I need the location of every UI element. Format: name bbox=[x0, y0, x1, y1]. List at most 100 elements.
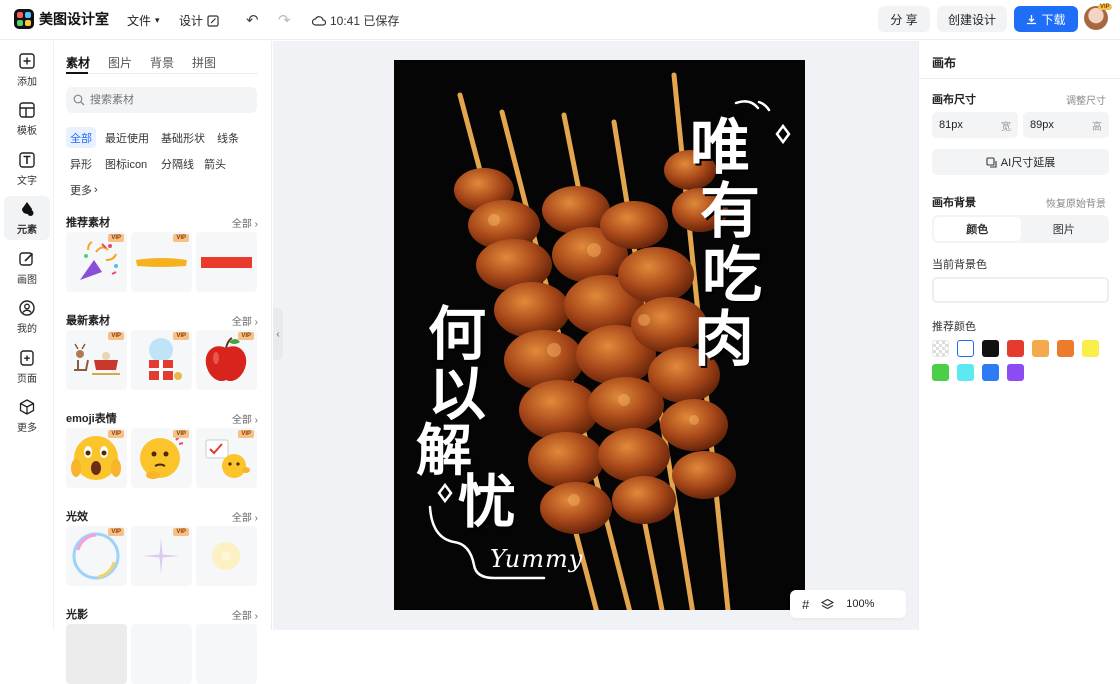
tab-materials[interactable]: 素材 bbox=[66, 54, 90, 71]
asset-bubble[interactable]: VIP bbox=[66, 526, 127, 586]
search-box[interactable] bbox=[66, 87, 257, 113]
current-color-field[interactable] bbox=[932, 277, 1109, 303]
nav-item-add[interactable]: 添加 bbox=[4, 48, 50, 92]
template-icon bbox=[19, 102, 35, 118]
asset-glow[interactable] bbox=[196, 526, 257, 586]
chip-lines[interactable]: 线条 bbox=[213, 127, 243, 148]
nav-item-elements[interactable]: 元素 bbox=[4, 196, 50, 240]
tab-collage[interactable]: 拼图 bbox=[192, 54, 216, 71]
color-swatch[interactable] bbox=[1007, 364, 1024, 381]
asset-thinking-emoji[interactable]: VIP bbox=[131, 428, 192, 488]
create-design-button[interactable]: 创建设计 bbox=[937, 6, 1007, 32]
app-name: 美图设计室 bbox=[39, 11, 109, 27]
layers-icon[interactable] bbox=[821, 598, 835, 611]
panel-title: 画布 bbox=[932, 56, 957, 70]
headline-left-line-1[interactable]: 何以 bbox=[428, 304, 498, 424]
search-input[interactable] bbox=[90, 94, 240, 106]
download-button[interactable]: 下载 bbox=[1014, 6, 1078, 32]
color-swatch[interactable] bbox=[982, 340, 999, 357]
asset-shadow-1[interactable] bbox=[66, 624, 127, 684]
script-text[interactable]: Yummy bbox=[490, 545, 583, 573]
chip-all[interactable]: 全部 bbox=[66, 127, 96, 148]
panel-tabs: 素材 图片 背景 拼图 bbox=[66, 54, 216, 71]
color-swatch[interactable] bbox=[957, 364, 974, 381]
headline-left-line-3[interactable]: 忧 bbox=[458, 470, 516, 534]
section-more-link[interactable]: 全部 › bbox=[232, 509, 258, 524]
artboard[interactable]: 唯 有 吃 肉 何以 解 忧 Yummy bbox=[394, 60, 805, 610]
height-field[interactable]: 89px 高 bbox=[1023, 112, 1109, 138]
tab-images[interactable]: 图片 bbox=[108, 54, 132, 71]
plus-square-icon bbox=[19, 53, 35, 69]
chip-basic-shapes[interactable]: 基础形状 bbox=[157, 127, 209, 148]
asset-snow-globe-gift[interactable]: VIP bbox=[131, 330, 192, 390]
chip-icons[interactable]: 图标icon bbox=[101, 153, 151, 174]
ai-resize-button[interactable]: AI尺寸延展 bbox=[932, 149, 1109, 175]
asset-shadow-2[interactable] bbox=[131, 624, 192, 684]
nav-item-mine[interactable]: 我的 bbox=[4, 295, 50, 339]
width-field[interactable]: 81px 宽 bbox=[932, 112, 1018, 138]
color-swatch[interactable] bbox=[1007, 340, 1024, 357]
design-menu[interactable]: 设计 bbox=[179, 12, 219, 29]
color-swatch[interactable] bbox=[957, 340, 974, 357]
asset-sparkle[interactable]: VIP bbox=[131, 526, 192, 586]
color-swatch[interactable] bbox=[1082, 340, 1099, 357]
ai-resize-label: AI尺寸延展 bbox=[1000, 157, 1056, 169]
collapse-panel-button[interactable]: ‹ bbox=[273, 308, 283, 360]
nav-item-pages[interactable]: 页面 bbox=[4, 345, 50, 389]
draw-icon bbox=[19, 252, 34, 266]
height-value: 89px bbox=[1030, 119, 1054, 131]
resize-link[interactable]: 调整尺寸 bbox=[1066, 92, 1106, 107]
share-button[interactable]: 分 享 bbox=[878, 6, 930, 32]
app-logo[interactable]: 美图设计室 bbox=[14, 9, 109, 29]
undo-icon[interactable]: ↶ bbox=[246, 11, 259, 29]
color-swatch[interactable] bbox=[1057, 340, 1074, 357]
headline-char: 唯 bbox=[690, 113, 750, 183]
color-swatch[interactable] bbox=[932, 340, 949, 357]
asset-yellow-stroke[interactable]: VIP bbox=[131, 232, 192, 292]
asset-emoji-note[interactable]: VIP bbox=[196, 428, 257, 488]
seg-image[interactable]: 图片 bbox=[1021, 217, 1108, 241]
redo-icon[interactable]: ↷ bbox=[278, 11, 291, 29]
vip-badge: VIP bbox=[108, 234, 124, 242]
restore-bg-link[interactable]: 恢复原始背景 bbox=[1046, 195, 1106, 210]
color-swatch[interactable] bbox=[982, 364, 999, 381]
section-more-label: 全部 bbox=[231, 512, 252, 524]
divider bbox=[919, 78, 1120, 79]
chip-recent[interactable]: 最近使用 bbox=[101, 127, 153, 148]
user-icon bbox=[19, 300, 35, 316]
section-more-link[interactable]: 全部 › bbox=[232, 313, 258, 328]
asset-reindeer-sleigh[interactable]: VIP bbox=[66, 330, 127, 390]
color-swatch[interactable] bbox=[1032, 340, 1049, 357]
color-swatch[interactable] bbox=[932, 364, 949, 381]
headline-vertical[interactable]: 唯 有 吃 肉 bbox=[690, 116, 770, 372]
asset-shocked-emoji[interactable]: VIP bbox=[66, 428, 127, 488]
section-more-label: 全部 bbox=[231, 316, 252, 328]
section-more-link[interactable]: 全部 › bbox=[232, 215, 258, 230]
material-panel: 素材 图片 背景 拼图 全部 最近使用 基础形状 线条 异形 图标icon 分隔… bbox=[55, 41, 272, 684]
tab-underline bbox=[66, 72, 258, 74]
nav-label: 文字 bbox=[17, 176, 37, 187]
chip-more[interactable]: 更多 › bbox=[66, 179, 102, 200]
file-menu[interactable]: 文件 ▾ bbox=[127, 12, 160, 29]
asset-apple[interactable]: VIP bbox=[196, 330, 257, 390]
vip-badge: VIP bbox=[108, 430, 124, 438]
section-recommended: 推荐素材 全部 › VIP VIP bbox=[66, 214, 258, 292]
nav-item-text[interactable]: 文字 bbox=[4, 147, 50, 191]
asset-shadow-3[interactable] bbox=[196, 624, 257, 684]
grid-icon[interactable]: # bbox=[802, 597, 809, 612]
seg-color[interactable]: 颜色 bbox=[934, 217, 1021, 241]
asset-party-popper[interactable]: VIP bbox=[66, 232, 127, 292]
section-more-label: 全部 bbox=[231, 218, 252, 230]
nav-item-templates[interactable]: 模板 bbox=[4, 97, 50, 141]
nav-label: 更多 bbox=[17, 423, 37, 434]
section-more-link[interactable]: 全部 › bbox=[232, 411, 258, 426]
chip-dividers[interactable]: 分隔线 bbox=[157, 153, 198, 174]
asset-red-bar[interactable] bbox=[196, 232, 257, 292]
chip-arrows[interactable]: 箭头 bbox=[200, 153, 230, 174]
nav-item-draw[interactable]: 画图 bbox=[4, 246, 50, 290]
zoom-level[interactable]: 100% bbox=[846, 598, 874, 610]
nav-item-more[interactable]: 更多 bbox=[4, 394, 50, 438]
chip-irregular[interactable]: 异形 bbox=[66, 153, 96, 174]
section-more-link[interactable]: 全部 › bbox=[232, 607, 258, 622]
tab-backgrounds[interactable]: 背景 bbox=[150, 54, 174, 71]
